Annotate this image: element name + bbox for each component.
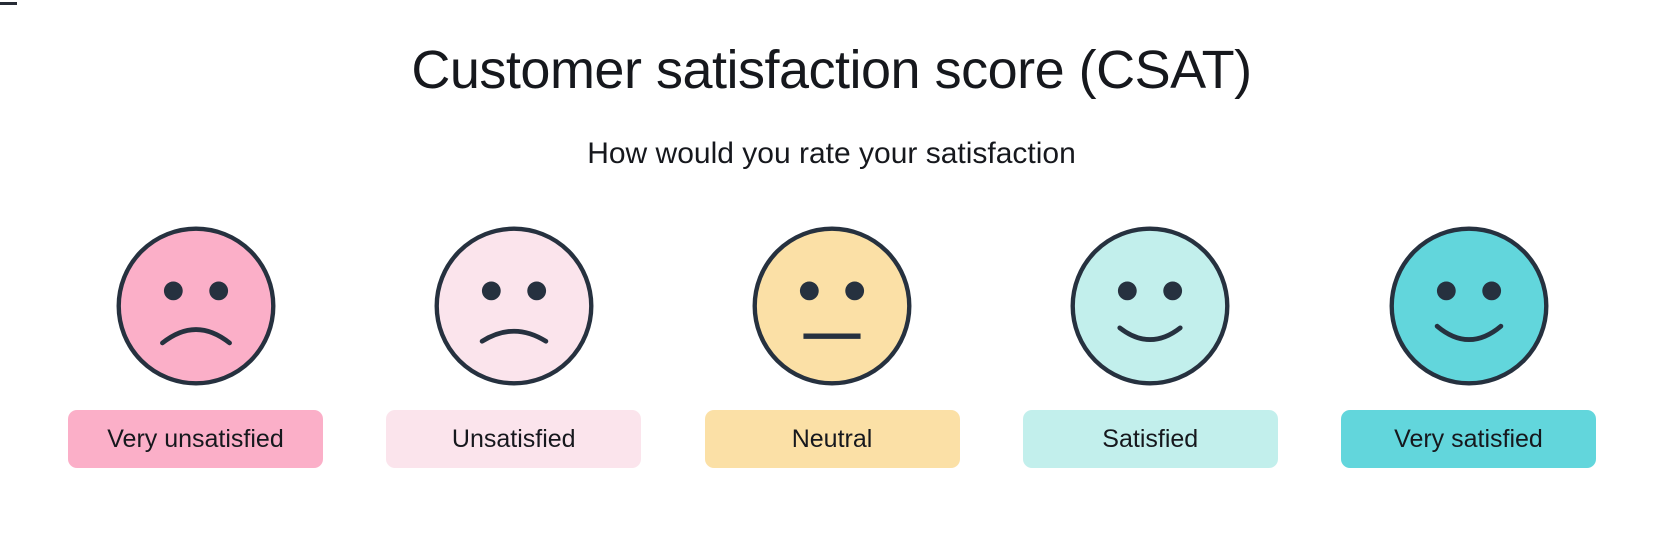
rating-option-label-1[interactable]: Very unsatisfied xyxy=(68,410,323,468)
smiling-face-icon[interactable] xyxy=(1385,222,1553,390)
frowning-face-icon[interactable] xyxy=(112,222,280,390)
rating-option-5[interactable]: Very satisfied xyxy=(1341,222,1596,468)
corner-artifact-mark xyxy=(0,2,17,5)
rating-option-2[interactable]: Unsatisfied xyxy=(386,222,642,468)
slightly-frowning-face-icon[interactable] xyxy=(430,222,598,390)
rating-option-label-2[interactable]: Unsatisfied xyxy=(386,410,642,468)
rating-scale-row: Very unsatisfied Unsatisfied Neutral Satisf… xyxy=(68,222,1596,474)
neutral-face-icon[interactable] xyxy=(748,222,916,390)
rating-option-label-3[interactable]: Neutral xyxy=(704,410,960,468)
rating-option-3[interactable]: Neutral xyxy=(704,222,960,468)
slightly-smiling-face-icon[interactable] xyxy=(1066,222,1234,390)
page-title: Customer satisfaction score (CSAT) xyxy=(411,40,1252,100)
csat-scale-widget: Customer satisfaction score (CSAT) How w… xyxy=(0,0,1663,550)
rating-option-1[interactable]: Very unsatisfied xyxy=(68,222,323,468)
rating-option-label-4[interactable]: Satisfied xyxy=(1022,410,1278,468)
rating-option-4[interactable]: Satisfied xyxy=(1022,222,1278,468)
page-subtitle: How would you rate your satisfaction xyxy=(587,137,1076,170)
rating-option-label-5[interactable]: Very satisfied xyxy=(1341,410,1596,468)
